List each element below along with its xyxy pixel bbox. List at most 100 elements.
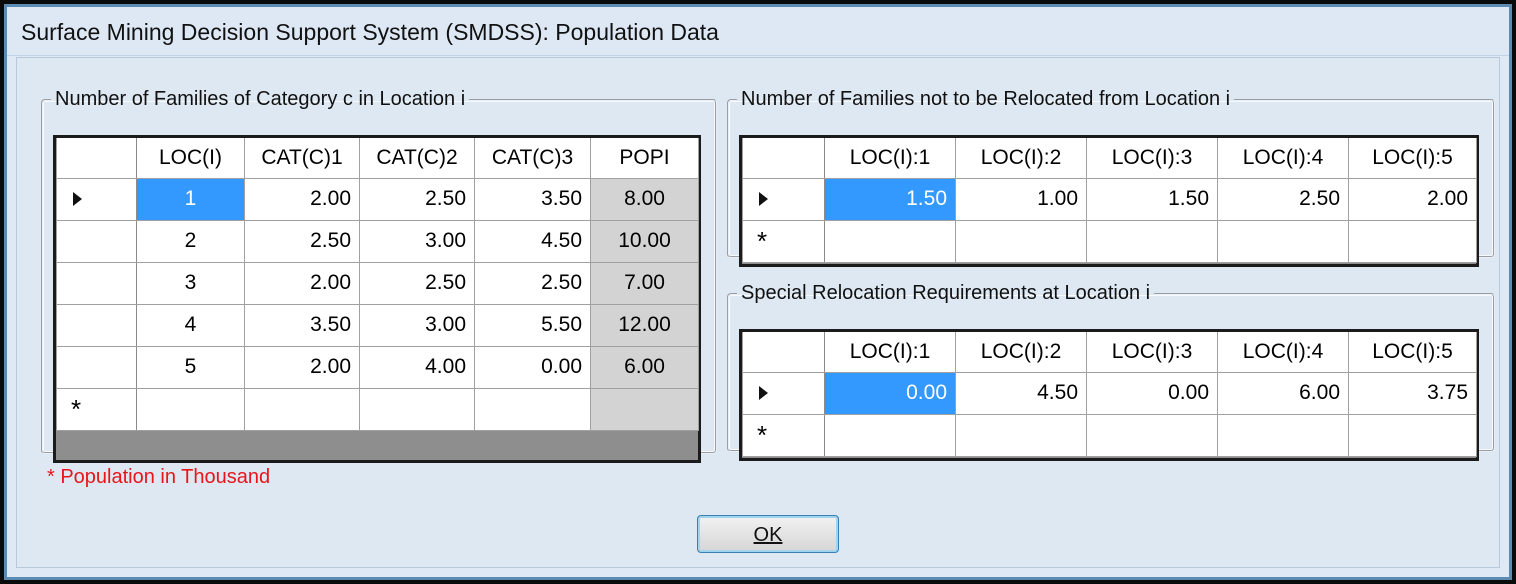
cell-loc5[interactable]: 2.00 [1348,177,1477,221]
cell-cat1[interactable]: 2.50 [244,219,360,263]
cell-popi[interactable]: 12.00 [590,303,699,347]
new-cell-loc3[interactable] [1086,413,1218,457]
cell-loc[interactable]: 4 [136,303,245,347]
new-cell-cat1[interactable] [244,387,360,431]
table-row: 5 2.00 4.00 0.00 6.00 [56,345,699,389]
families-grid[interactable]: LOC(I) CAT(C)1 CAT(C)2 CAT(C)3 POPI 1 2.… [53,135,701,463]
column-header-loc4[interactable]: LOC(I):4 [1217,332,1349,373]
new-cell-loc5[interactable] [1348,219,1477,263]
new-cell-loc1[interactable] [824,219,956,263]
not-relocated-grid[interactable]: LOC(I):1 LOC(I):2 LOC(I):3 LOC(I):4 LOC(… [739,135,1479,267]
special-header-row: LOC(I):1 LOC(I):2 LOC(I):3 LOC(I):4 LOC(… [742,332,1477,373]
not-relocated-corner-cell[interactable] [742,138,825,179]
column-header-loc[interactable]: LOC(I) [136,138,245,179]
column-header-loc1[interactable]: LOC(I):1 [824,138,956,179]
cell-cat1[interactable]: 2.00 [244,261,360,305]
cell-loc2[interactable]: 1.00 [955,177,1087,221]
new-cell-loc2[interactable] [955,413,1087,457]
not-relocated-header-row: LOC(I):1 LOC(I):2 LOC(I):3 LOC(I):4 LOC(… [742,138,1477,179]
table-row: 0.00 4.50 0.00 6.00 3.75 [742,371,1477,415]
column-header-loc3[interactable]: LOC(I):3 [1086,138,1218,179]
families-corner-cell[interactable] [56,138,137,179]
special-relocation-group: Special Relocation Requirements at Locat… [727,282,1495,461]
row-header-current[interactable] [56,177,137,221]
row-header[interactable] [56,261,137,305]
client-area: Number of Families of Category c in Loca… [16,57,1500,568]
cell-popi[interactable]: 10.00 [590,219,699,263]
new-row-header[interactable]: * [742,413,825,457]
cell-loc4[interactable]: 2.50 [1217,177,1349,221]
cell-loc2[interactable]: 4.50 [955,371,1087,415]
cell-popi[interactable]: 7.00 [590,261,699,305]
new-row-asterisk-icon: * [757,225,768,256]
families-group: Number of Families of Category c in Loca… [41,88,717,463]
new-cell-loc3[interactable] [1086,219,1218,263]
cell-cat2[interactable]: 2.50 [359,177,475,221]
column-header-loc5[interactable]: LOC(I):5 [1348,332,1477,373]
row-header[interactable] [56,303,137,347]
cell-cat3[interactable]: 3.50 [474,177,591,221]
cell-cat2[interactable]: 3.00 [359,303,475,347]
table-row: 1.50 1.00 1.50 2.50 2.00 [742,177,1477,221]
cell-loc[interactable]: 1 [136,177,245,221]
new-cell-cat2[interactable] [359,387,475,431]
not-relocated-group: Number of Families not to be Relocated f… [727,88,1495,267]
cell-loc[interactable]: 3 [136,261,245,305]
cell-cat2[interactable]: 4.00 [359,345,475,389]
new-cell-cat3[interactable] [474,387,591,431]
population-note: * Population in Thousand [47,466,271,488]
column-header-loc1[interactable]: LOC(I):1 [824,332,956,373]
new-cell-loc4[interactable] [1217,413,1349,457]
cell-loc5[interactable]: 3.75 [1348,371,1477,415]
column-header-loc2[interactable]: LOC(I):2 [955,332,1087,373]
special-relocation-table: LOC(I):1 LOC(I):2 LOC(I):3 LOC(I):4 LOC(… [742,332,1477,457]
cell-popi[interactable]: 8.00 [590,177,699,221]
special-relocation-grid[interactable]: LOC(I):1 LOC(I):2 LOC(I):3 LOC(I):4 LOC(… [739,329,1479,461]
cell-cat3[interactable]: 4.50 [474,219,591,263]
row-header-current[interactable] [742,371,825,415]
new-cell-loc1[interactable] [824,413,956,457]
new-cell-loc2[interactable] [955,219,1087,263]
column-header-cat1[interactable]: CAT(C)1 [244,138,360,179]
ok-button[interactable]: OK [697,515,839,553]
cell-loc3[interactable]: 1.50 [1086,177,1218,221]
row-header[interactable] [56,219,137,263]
cell-cat3[interactable]: 5.50 [474,303,591,347]
column-header-loc3[interactable]: LOC(I):3 [1086,332,1218,373]
cell-loc3[interactable]: 0.00 [1086,371,1218,415]
new-cell-loc[interactable] [136,387,245,431]
column-header-cat3[interactable]: CAT(C)3 [474,138,591,179]
cell-loc1[interactable]: 0.00 [824,371,956,415]
new-row-header[interactable]: * [742,219,825,263]
cell-popi[interactable]: 6.00 [590,345,699,389]
new-row-header[interactable]: * [56,387,137,431]
column-header-loc4[interactable]: LOC(I):4 [1217,138,1349,179]
families-header-row: LOC(I) CAT(C)1 CAT(C)2 CAT(C)3 POPI [56,138,699,179]
window-frame: Surface Mining Decision Support System (… [4,4,1512,580]
current-row-arrow-icon [759,386,768,401]
new-cell-loc5[interactable] [1348,413,1477,457]
cell-cat2[interactable]: 2.50 [359,261,475,305]
cell-cat1[interactable]: 2.00 [244,177,360,221]
table-row: 2 2.50 3.00 4.50 10.00 [56,219,699,263]
row-header[interactable] [56,345,137,389]
cell-cat1[interactable]: 2.00 [244,345,360,389]
new-cell-loc4[interactable] [1217,219,1349,263]
cell-cat2[interactable]: 3.00 [359,219,475,263]
families-group-legend: Number of Families of Category c in Loca… [55,88,466,110]
new-cell-popi[interactable] [590,387,699,431]
column-header-popi[interactable]: POPI [590,138,699,179]
cell-cat3[interactable]: 2.50 [474,261,591,305]
column-header-loc5[interactable]: LOC(I):5 [1348,138,1477,179]
cell-loc4[interactable]: 6.00 [1217,371,1349,415]
column-header-cat2[interactable]: CAT(C)2 [359,138,475,179]
cell-cat3[interactable]: 0.00 [474,345,591,389]
special-corner-cell[interactable] [742,332,825,373]
cell-loc[interactable]: 5 [136,345,245,389]
cell-loc1[interactable]: 1.50 [824,177,956,221]
title-bar[interactable]: Surface Mining Decision Support System (… [7,7,1509,56]
cell-loc[interactable]: 2 [136,219,245,263]
row-header-current[interactable] [742,177,825,221]
column-header-loc2[interactable]: LOC(I):2 [955,138,1087,179]
cell-cat1[interactable]: 3.50 [244,303,360,347]
